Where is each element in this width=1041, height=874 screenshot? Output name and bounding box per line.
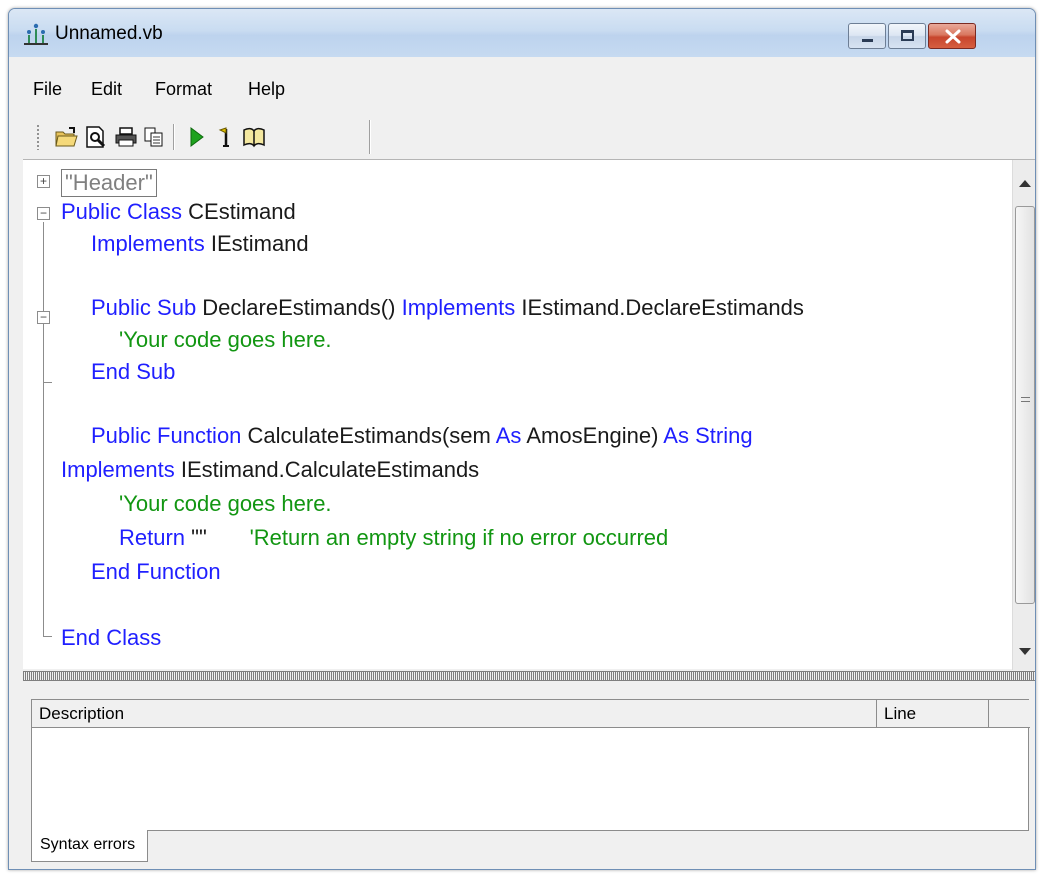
- menu-bar: File Edit Format Help: [9, 57, 1035, 115]
- code-token: AmosEngine): [526, 423, 664, 448]
- syntax-errors-panel: Description Line: [31, 699, 1030, 831]
- toolbar-grip[interactable]: [36, 124, 40, 150]
- code-line[interactable]: End Function: [91, 559, 221, 585]
- code-token: "": [191, 525, 207, 550]
- app-icon: [24, 23, 48, 45]
- menu-format[interactable]: Format: [155, 79, 212, 100]
- help-book-icon: [243, 127, 265, 148]
- class-fold-end: [43, 636, 52, 637]
- code-token: IEstimand.DeclareEstimands: [521, 295, 804, 320]
- code-line[interactable]: Implements IEstimand: [91, 231, 309, 257]
- panel-splitter[interactable]: [23, 671, 1035, 681]
- scroll-thumb[interactable]: [1015, 206, 1035, 604]
- close-button[interactable]: [928, 23, 976, 49]
- keyword-token: End Class: [61, 625, 162, 650]
- copy-button[interactable]: [141, 124, 167, 150]
- menu-help[interactable]: Help: [248, 79, 285, 100]
- minimize-icon: [862, 39, 873, 42]
- minimize-button[interactable]: [848, 23, 886, 49]
- class-fold-line: [43, 222, 44, 636]
- sub-fold-end: [43, 382, 52, 383]
- title-bar[interactable]: Unnamed.vb: [9, 9, 1035, 57]
- run-button[interactable]: [183, 124, 209, 150]
- keyword-token: End Function: [91, 559, 221, 584]
- open-button[interactable]: [53, 124, 79, 150]
- code-line[interactable]: End Sub: [91, 359, 175, 385]
- code-line[interactable]: Public Class CEstimand: [61, 199, 296, 225]
- keyword-token: As String: [663, 423, 753, 448]
- tab-syntax-errors[interactable]: Syntax errors: [31, 830, 149, 862]
- toolbar-separator: [173, 124, 175, 150]
- maximize-icon: [901, 30, 914, 41]
- keyword-token: Public Function: [91, 423, 248, 448]
- code-line[interactable]: Public Sub DeclareEstimands() Implements…: [91, 295, 804, 321]
- panel-tabs: Syntax errors: [31, 830, 1029, 863]
- step-button[interactable]: [213, 124, 239, 150]
- keyword-token: Return: [119, 525, 192, 550]
- print-preview-icon: [86, 126, 106, 148]
- scroll-up-icon[interactable]: [1019, 180, 1031, 187]
- maximize-button[interactable]: [888, 23, 926, 49]
- vertical-scrollbar[interactable]: [1012, 160, 1035, 670]
- run-icon: [190, 127, 204, 147]
- print-button[interactable]: [113, 124, 139, 150]
- menu-file[interactable]: File: [33, 79, 62, 100]
- keyword-token: As: [495, 423, 527, 448]
- print-icon: [115, 127, 137, 147]
- code-token: CEstimand: [188, 199, 296, 224]
- code-line[interactable]: End Class: [61, 625, 161, 651]
- keyword-token: Public Sub: [91, 295, 203, 320]
- collapsed-header-region[interactable]: "Header": [61, 169, 157, 197]
- column-filler: [989, 700, 1030, 728]
- code-editor[interactable]: + "Header" − − Public Class CEstimand Imp…: [23, 159, 1035, 670]
- expand-header-icon[interactable]: +: [37, 175, 50, 188]
- window-title: Unnamed.vb: [55, 23, 163, 44]
- code-line[interactable]: Return "" 'Return an empty string if no …: [119, 525, 668, 551]
- code-line[interactable]: 'Your code goes here.: [119, 491, 332, 517]
- column-line[interactable]: Line: [877, 700, 989, 728]
- column-description[interactable]: Description: [32, 700, 877, 728]
- keyword-token: Implements: [61, 457, 181, 482]
- code-line[interactable]: Implements IEstimand.CalculateEstimands: [61, 457, 479, 483]
- code-line[interactable]: Public Function CalculateEstimands(sem A…: [91, 423, 753, 449]
- code-token: CalculateEstimands(sem: [247, 423, 496, 448]
- comment-token: 'Your code goes here.: [119, 491, 332, 516]
- keyword-token: End Sub: [91, 359, 176, 384]
- code-token: IEstimand.CalculateEstimands: [180, 457, 480, 482]
- keyword-token: Implements: [401, 295, 522, 320]
- collapse-class-icon[interactable]: −: [37, 207, 50, 220]
- code-token: DeclareEstimands(): [202, 295, 402, 320]
- keyword-token: Public Class: [61, 199, 189, 224]
- help-book-button[interactable]: [241, 124, 267, 150]
- collapse-sub-icon[interactable]: −: [37, 311, 50, 324]
- comment-token: 'Your code goes here.: [119, 327, 332, 352]
- copy-icon: [144, 127, 163, 147]
- toolbar: [31, 116, 373, 158]
- open-folder-icon: [55, 127, 78, 147]
- code-token: IEstimand: [210, 231, 309, 256]
- code-line[interactable]: 'Your code goes here.: [119, 327, 332, 353]
- editor-window: Unnamed.vb File Edit Format Help + "Head…: [8, 8, 1036, 870]
- toolbar-end: [369, 120, 371, 154]
- comment-token: 'Return an empty string if no error occu…: [206, 525, 669, 550]
- keyword-token: Implements: [91, 231, 211, 256]
- close-icon: [945, 29, 961, 44]
- menu-edit[interactable]: Edit: [91, 79, 122, 100]
- step-icon: [218, 127, 229, 147]
- print-preview-button[interactable]: [83, 124, 109, 150]
- scroll-down-icon[interactable]: [1019, 648, 1031, 655]
